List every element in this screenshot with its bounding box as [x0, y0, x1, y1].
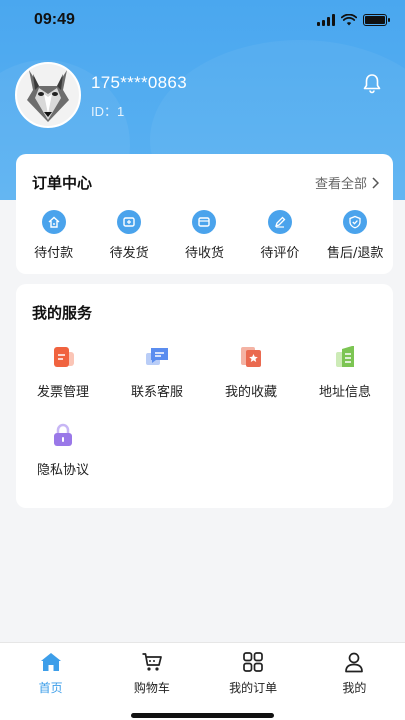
order-label: 待收货: [184, 246, 224, 261]
status-bar: 09:49: [0, 0, 405, 44]
chat-icon: [146, 348, 168, 365]
order-label: 待发货: [109, 246, 149, 261]
review-icon: [267, 210, 292, 234]
tab-label: 我的: [342, 681, 367, 695]
view-all-orders-link[interactable]: 查看全部: [315, 173, 379, 192]
service-privacy[interactable]: 隐私协议: [16, 422, 110, 478]
user-phone: 175****0863: [91, 73, 187, 92]
service-label: 我的收藏: [224, 385, 277, 400]
tab-label: 购物车: [133, 681, 170, 695]
lock-icon: [54, 423, 72, 446]
tab-cart[interactable]: 购物车: [101, 643, 202, 720]
order-center-title: 订单中心: [32, 174, 93, 192]
invoice-icon: [54, 347, 74, 367]
order-center-card: 订单中心 查看全部 待付款 待发货 待收货 待评价 售后/退款: [16, 154, 393, 274]
status-time: 09:49: [34, 11, 75, 28]
battery-icon: [363, 14, 390, 26]
service-label: 隐私协议: [36, 463, 89, 478]
service-label: 发票管理: [36, 385, 89, 400]
service-invoice[interactable]: 发票管理: [16, 344, 110, 400]
home-indicator: [131, 713, 274, 718]
service-customer-support[interactable]: 联系客服: [110, 344, 204, 400]
view-all-label: 查看全部: [314, 177, 367, 192]
wolf-avatar-image: [17, 64, 79, 126]
order-pending-shipment[interactable]: 待发货: [92, 210, 167, 261]
tab-me[interactable]: 我的: [304, 643, 405, 720]
service-label: 联系客服: [130, 385, 183, 400]
favorite-icon: [241, 347, 261, 367]
order-pending-receipt[interactable]: 待收货: [167, 210, 242, 261]
tab-home[interactable]: 首页: [0, 643, 101, 720]
address-icon: [336, 346, 354, 367]
cart-icon: [142, 653, 162, 671]
order-after-sales[interactable]: 售后/退款: [318, 210, 393, 261]
order-label: 待评价: [260, 246, 300, 261]
services-card: 我的服务 发票管理 联系客服 我的收藏 地址信息 隐私协议: [16, 284, 393, 508]
user-id: ID：1: [91, 104, 125, 119]
bell-icon[interactable]: [361, 72, 383, 94]
user-icon: [345, 652, 364, 673]
order-label: 售后/退款: [327, 246, 384, 261]
service-label: 地址信息: [318, 385, 371, 400]
wifi-icon: [341, 14, 357, 26]
home-icon: [40, 653, 61, 671]
ship-icon: [117, 210, 142, 234]
tab-my-orders[interactable]: 我的订单: [203, 643, 304, 720]
order-pending-payment[interactable]: 待付款: [16, 210, 91, 261]
service-favorites[interactable]: 我的收藏: [204, 344, 298, 400]
service-address[interactable]: 地址信息: [298, 344, 392, 400]
tab-bar: 首页 购物车 我的订单 我的: [0, 642, 405, 720]
receive-icon: [192, 210, 217, 234]
signal-icon: [317, 14, 335, 26]
tab-label: 首页: [38, 681, 63, 695]
orders-grid-icon: [243, 652, 263, 672]
order-pending-review[interactable]: 待评价: [242, 210, 317, 261]
order-label: 待付款: [34, 246, 74, 261]
services-title: 我的服务: [32, 304, 93, 322]
refund-icon: [343, 210, 368, 234]
pay-icon: [41, 210, 66, 234]
tab-label: 我的订单: [229, 681, 278, 695]
avatar[interactable]: [15, 62, 81, 128]
chevron-right-icon: [372, 176, 379, 189]
